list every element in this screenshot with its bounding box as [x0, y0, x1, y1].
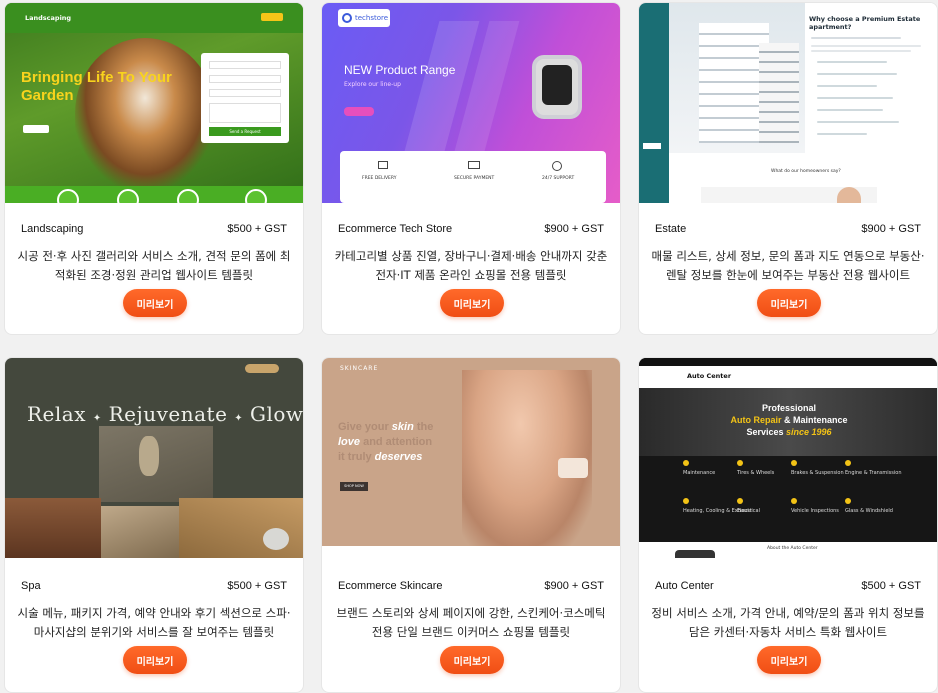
- service-tires: Tires & Wheels: [737, 470, 775, 476]
- skincare-headline-1b: skin: [391, 421, 414, 433]
- tech-store-preview-image[interactable]: techstore NEW Product Range Explore our …: [322, 3, 620, 203]
- template-card-estate[interactable]: Why choose a Premium Estate apartment? W…: [638, 2, 938, 335]
- spa-word-glow: Glow: [250, 402, 304, 426]
- preview-button[interactable]: 미리보기: [757, 646, 821, 674]
- preview-button[interactable]: 미리보기: [757, 289, 821, 317]
- sauna-image: [5, 498, 101, 558]
- template-description: 시공 전·후 사진 갤러리와 서비스 소개, 견적 문의 폼에 최적화된 조경·…: [17, 249, 291, 282]
- auto-about-heading: About the Auto Center: [767, 546, 818, 551]
- tech-store-headline: NEW Product Range: [344, 63, 456, 77]
- template-price: $500 + GST: [227, 580, 287, 592]
- estate-headline: Why choose a Premium Estate apartment?: [809, 15, 921, 31]
- template-card-auto-center[interactable]: Auto Center Professional Auto Repair & M…: [638, 357, 938, 693]
- template-name: Landscaping: [21, 223, 84, 235]
- dog-illustration: [75, 38, 215, 188]
- preview-button[interactable]: 미리보기: [123, 289, 187, 317]
- template-price: $900 + GST: [544, 223, 604, 235]
- template-name: Spa: [21, 580, 41, 592]
- estate-preview-image[interactable]: Why choose a Premium Estate apartment? W…: [639, 3, 937, 203]
- spa-word-relax: Relax: [27, 402, 86, 426]
- template-card-spa[interactable]: Relax ✦ Rejuvenate ✦ Glow Spa $500 + GST…: [4, 357, 304, 693]
- landscaping-logo: Landscaping: [25, 14, 72, 22]
- feature-free-delivery: FREE DELIVERY: [362, 176, 397, 181]
- skincare-headline-3b: deserves: [374, 451, 423, 463]
- feature-support: 24/7 SUPPORT: [542, 176, 575, 181]
- skincare-headline-2a: love: [338, 436, 361, 448]
- auto-hero-line-2a: Auto Repair: [730, 415, 782, 425]
- service-brakes: Brakes & Suspension: [791, 470, 844, 476]
- smartwatch-image: [532, 55, 582, 119]
- landscaping-preview-image[interactable]: Landscaping Bringing Life To Your Garden…: [5, 3, 303, 203]
- preview-button[interactable]: 미리보기: [123, 646, 187, 674]
- spa-stones-image: [99, 426, 213, 502]
- auto-hero-line-2b: & Maintenance: [781, 415, 848, 425]
- template-name: Estate: [655, 223, 687, 235]
- feature-secure-payment: SECURE PAYMENT: [454, 176, 495, 181]
- skincare-preview-image[interactable]: SKINCARE Give your skin the love and att…: [322, 358, 620, 558]
- spa-preview-image[interactable]: Relax ✦ Rejuvenate ✦ Glow: [5, 358, 304, 558]
- auto-hero-line-3b: since 1996: [786, 427, 832, 437]
- template-card-landscaping[interactable]: Landscaping Bringing Life To Your Garden…: [4, 2, 304, 335]
- auto-center-logo: Auto Center: [687, 372, 732, 380]
- template-description: 매물 리스트, 상세 정보, 문의 폼과 지도 연동으로 부동산·렌탈 정보를 …: [651, 249, 925, 282]
- template-name: Ecommerce Tech Store: [338, 223, 453, 235]
- service-maintenance: Maintenance: [683, 470, 716, 476]
- skincare-headline-1a: Give your: [338, 421, 392, 433]
- service-inspections: Vehicle Inspections: [791, 508, 839, 514]
- landscaping-headline-2: Garden: [21, 87, 74, 104]
- template-description: 정비 서비스 소개, 가격 안내, 예약/문의 폼과 위치 정보를 담은 카센터…: [651, 606, 925, 639]
- skincare-logo: SKINCARE: [340, 365, 379, 372]
- preview-button[interactable]: 미리보기: [440, 646, 504, 674]
- template-price: $900 + GST: [544, 580, 604, 592]
- template-description: 브랜드 스토리와 상세 페이지에 강한, 스킨케어·코스메틱 전용 단일 브랜드…: [336, 606, 606, 639]
- skincare-headline-2b: and attention: [360, 436, 433, 448]
- auto-center-preview-image[interactable]: Auto Center Professional Auto Repair & M…: [639, 358, 937, 558]
- building-photo: [669, 3, 805, 153]
- estate-testimonials-heading: What do our homeowners say?: [771, 169, 841, 174]
- template-card-ecommerce-skincare[interactable]: SKINCARE Give your skin the love and att…: [321, 357, 621, 693]
- spa-word-rejuvenate: Rejuvenate: [108, 402, 228, 426]
- skincare-headline-3a: it truly: [338, 451, 375, 463]
- shop-now-button: SHOP NOW: [340, 482, 368, 491]
- template-description: 카테고리별 상품 진열, 장바구니·결제·배송 안내까지 갖춘 전자·IT 제품…: [334, 249, 608, 282]
- template-description: 시술 메뉴, 패키지 가격, 예약 안내와 후기 섹션으로 스파·마사지샵의 분…: [17, 606, 291, 639]
- template-price: $500 + GST: [861, 580, 921, 592]
- template-card-ecommerce-tech-store[interactable]: techstore NEW Product Range Explore our …: [321, 2, 621, 335]
- service-glass: Glass & Windshield: [845, 508, 893, 514]
- tech-store-subheadline: Explore our line-up: [344, 81, 401, 88]
- template-grid: Landscaping Bringing Life To Your Garden…: [4, 2, 938, 693]
- template-name: Auto Center: [655, 580, 714, 592]
- auto-hero-line-3a: Services: [746, 427, 786, 437]
- preview-button[interactable]: 미리보기: [440, 289, 504, 317]
- landscaping-headline: Bringing Life To Your: [21, 69, 172, 86]
- auto-hero-line-1: Professional: [761, 403, 817, 413]
- service-electrical: Electrical: [737, 508, 760, 514]
- send-request-button: Send a Request: [209, 127, 281, 136]
- template-price: $500 + GST: [227, 223, 287, 235]
- skincare-headline-1c: the: [413, 421, 434, 433]
- service-engine: Engine & Transmission: [845, 470, 902, 476]
- techstore-logo: techstore: [355, 14, 389, 22]
- template-name: Ecommerce Skincare: [338, 580, 443, 592]
- template-price: $900 + GST: [861, 223, 921, 235]
